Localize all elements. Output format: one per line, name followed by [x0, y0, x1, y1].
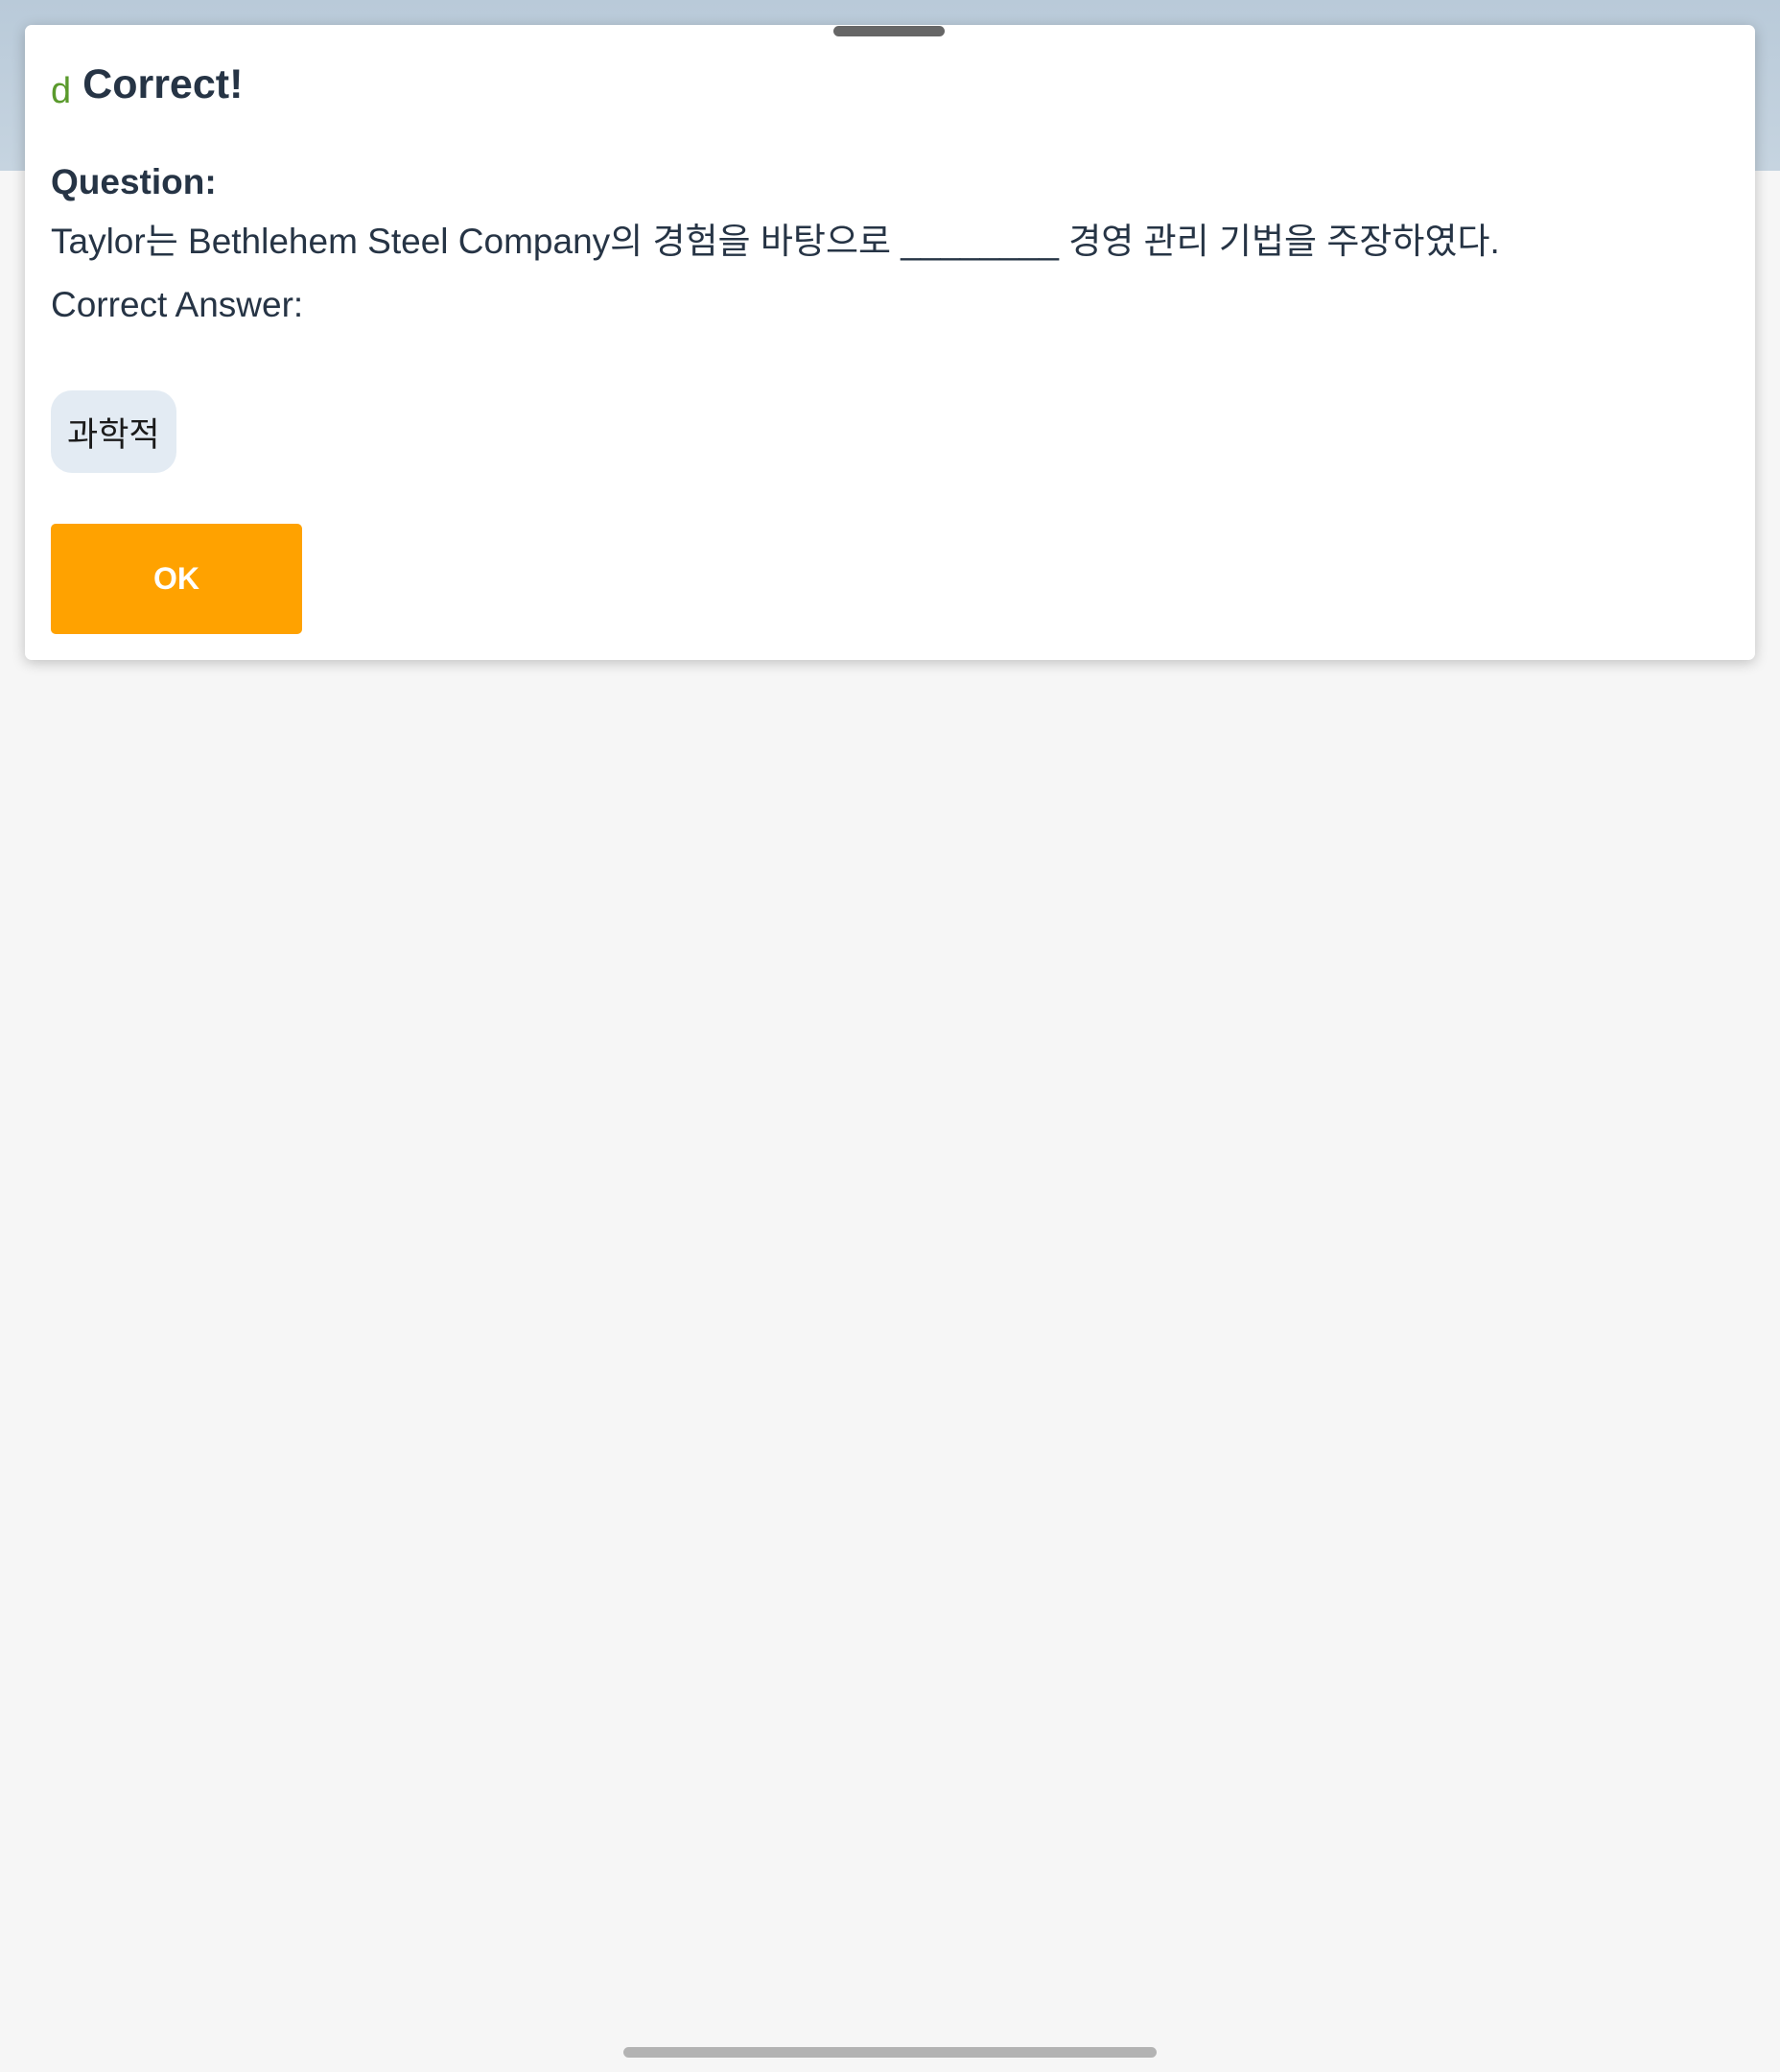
question-label: Question: — [51, 162, 217, 201]
result-title: Correct! — [82, 61, 244, 107]
correct-answer-chip: 과학적 — [51, 390, 176, 473]
sheet-drag-handle[interactable] — [833, 26, 945, 36]
correct-answer-label: Correct Answer: — [51, 285, 304, 324]
ok-button[interactable]: OK — [51, 524, 302, 634]
result-sheet: d Correct! Question: Taylor는 Bethlehem S… — [25, 25, 1755, 660]
question-text: Taylor는 Bethlehem Steel Company의 경험을 바탕으… — [51, 222, 1500, 261]
result-title-row: d Correct! — [51, 54, 243, 111]
home-indicator — [623, 2047, 1157, 2058]
check-icon: d — [51, 71, 72, 111]
